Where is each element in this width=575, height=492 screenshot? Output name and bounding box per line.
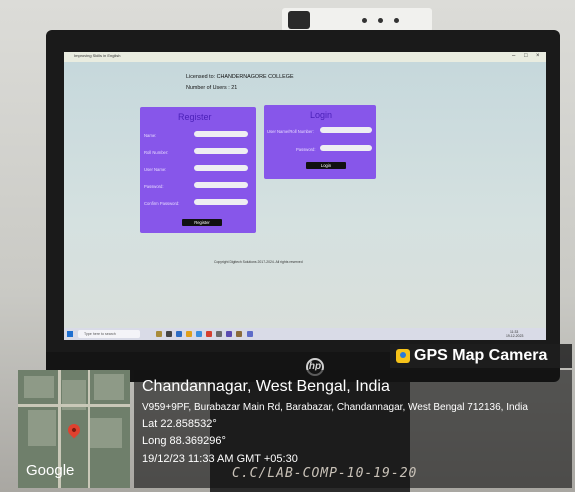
- licensed-to: Licensed to: CHANDERNAGORE COLLEGE: [186, 74, 294, 80]
- socket-hole: [394, 18, 399, 23]
- register-panel: Register Name: Roll Number: User Name: P…: [140, 107, 256, 233]
- map-location-pin-icon: [65, 421, 83, 439]
- login-password-label: Password:: [296, 147, 316, 152]
- login-title: Login: [310, 110, 333, 120]
- place-name: Chandannagar, West Bengal, India: [142, 378, 390, 395]
- register-button[interactable]: Register: [182, 219, 222, 226]
- map-block: [28, 410, 56, 446]
- clock-date[interactable]: 19-12-2023: [506, 334, 523, 338]
- wall-socket: [282, 8, 432, 32]
- login-button[interactable]: Login: [306, 162, 346, 169]
- gps-map-camera-banner: GPS Map Camera: [390, 344, 572, 368]
- map-road: [88, 370, 90, 488]
- register-confirm-label: Confirm Password:: [144, 201, 180, 206]
- register-roll-input[interactable]: [194, 148, 248, 154]
- window-titlebar: Improving Skills in English – □ ×: [64, 52, 546, 62]
- register-username-input[interactable]: [194, 165, 248, 171]
- task-view-icon[interactable]: [166, 331, 172, 337]
- map-block: [94, 374, 124, 400]
- register-name-label: Name:: [144, 133, 157, 138]
- latitude: Lat 22.858532°: [142, 418, 217, 430]
- app-window: Licensed to: CHANDERNAGORE COLLEGE Numbe…: [64, 62, 546, 328]
- map-block: [90, 418, 122, 448]
- chrome-icon[interactable]: [206, 331, 212, 337]
- close-icon[interactable]: ×: [536, 53, 540, 59]
- map-road: [18, 404, 130, 407]
- register-roll-label: Roll Number:: [144, 150, 169, 155]
- app-icon[interactable]: [226, 331, 232, 337]
- login-username-label: User Name/Roll Number:: [267, 129, 314, 134]
- active-app-icon[interactable]: [247, 331, 253, 337]
- login-password-input[interactable]: [320, 145, 372, 151]
- register-name-input[interactable]: [194, 131, 248, 137]
- number-of-users: Number of Users : 21: [186, 85, 238, 91]
- register-username-label: User Name:: [144, 167, 167, 172]
- gps-map-pin-icon: [396, 349, 410, 363]
- minimize-icon[interactable]: –: [512, 53, 515, 59]
- plug: [288, 11, 310, 29]
- register-title: Register: [178, 112, 212, 122]
- socket-hole: [362, 18, 367, 23]
- taskbar: Type here to search 11:33 19-12-2023: [64, 328, 546, 340]
- windows-start-icon[interactable]: [67, 331, 73, 337]
- taskbar-app-icon[interactable]: [156, 331, 162, 337]
- address: V959+9PF, Burabazar Main Rd, Barabazar, …: [142, 402, 528, 413]
- app-icon[interactable]: [216, 331, 222, 337]
- map-block: [24, 376, 54, 398]
- socket-hole: [378, 18, 383, 23]
- window-title: Improving Skills in English: [74, 53, 121, 58]
- copyright-text: Copyright Digitech Solutions 2017-2024. …: [214, 260, 303, 264]
- taskbar-search[interactable]: Type here to search: [78, 330, 140, 338]
- register-password-input[interactable]: [194, 182, 248, 188]
- app-icon[interactable]: [236, 331, 242, 337]
- stand-label: C.C/LAB-COMP-10-19-20: [232, 466, 418, 481]
- map-thumbnail: Google: [18, 370, 130, 488]
- gps-brand: GPS Map Camera: [414, 347, 548, 364]
- login-username-input[interactable]: [320, 127, 372, 133]
- screen: Improving Skills in English – □ × Licens…: [64, 52, 546, 340]
- maximize-icon[interactable]: □: [524, 53, 528, 59]
- file-explorer-icon[interactable]: [186, 331, 192, 337]
- google-attribution: Google: [26, 462, 75, 479]
- register-password-label: Password:: [144, 184, 164, 189]
- datetime: 19/12/23 11:33 AM GMT +05:30: [142, 453, 298, 465]
- login-panel: Login User Name/Roll Number: Password: L…: [264, 105, 376, 179]
- longitude: Long 88.369296°: [142, 435, 226, 447]
- store-icon[interactable]: [196, 331, 202, 337]
- edge-icon[interactable]: [176, 331, 182, 337]
- register-confirm-input[interactable]: [194, 199, 248, 205]
